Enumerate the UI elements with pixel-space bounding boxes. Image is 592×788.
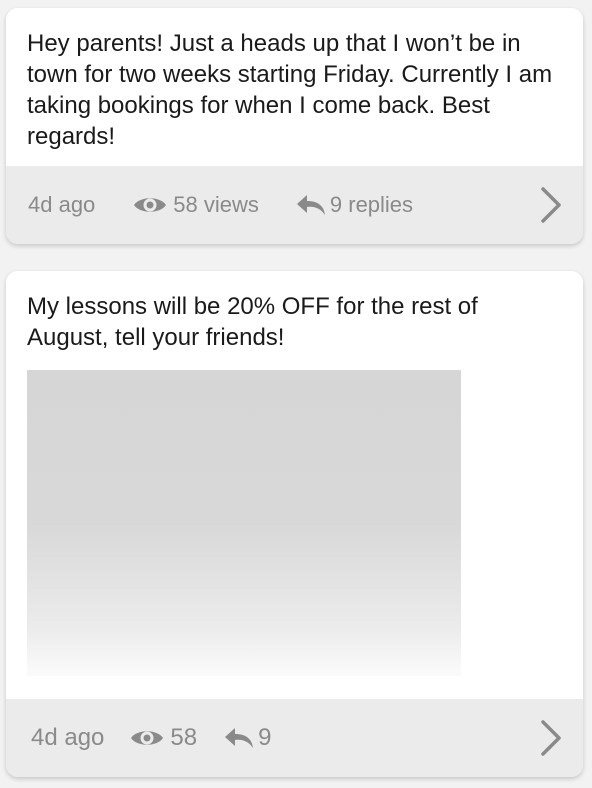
views-count: 58 views xyxy=(173,192,259,217)
post-card[interactable]: My lessons will be 20% OFF for the rest … xyxy=(6,271,583,777)
post-age: 4d ago xyxy=(31,724,105,751)
views-stat: 58 views xyxy=(133,192,259,218)
post-image-placeholder[interactable] xyxy=(27,370,461,676)
chevron-right-icon[interactable] xyxy=(539,718,563,758)
post-text: Hey parents! Just a heads up that I won’… xyxy=(27,30,553,150)
replies-count: 9 replies xyxy=(329,192,414,217)
post-footer: 4d ago 58 9 xyxy=(6,699,583,777)
post-body: Hey parents! Just a heads up that I won’… xyxy=(6,8,583,150)
views-stat: 58 xyxy=(130,724,197,752)
eye-icon xyxy=(130,727,164,749)
post-footer: 4d ago 58 views 9 replies xyxy=(6,166,583,244)
post-text: My lessons will be 20% OFF for the rest … xyxy=(27,293,478,351)
eye-icon xyxy=(133,194,167,216)
views-count: 58 xyxy=(170,724,198,751)
post-card[interactable]: Hey parents! Just a heads up that I won’… xyxy=(6,8,583,244)
reply-icon xyxy=(223,726,255,750)
post-feed: Hey parents! Just a heads up that I won’… xyxy=(0,0,592,788)
post-body: My lessons will be 20% OFF for the rest … xyxy=(6,271,583,699)
replies-count: 9 xyxy=(258,724,272,751)
reply-icon xyxy=(295,193,327,217)
replies-stat[interactable]: 9 replies xyxy=(295,192,413,218)
post-age: 4d ago xyxy=(28,192,96,217)
chevron-right-icon[interactable] xyxy=(539,185,563,225)
replies-stat[interactable]: 9 xyxy=(223,724,271,752)
